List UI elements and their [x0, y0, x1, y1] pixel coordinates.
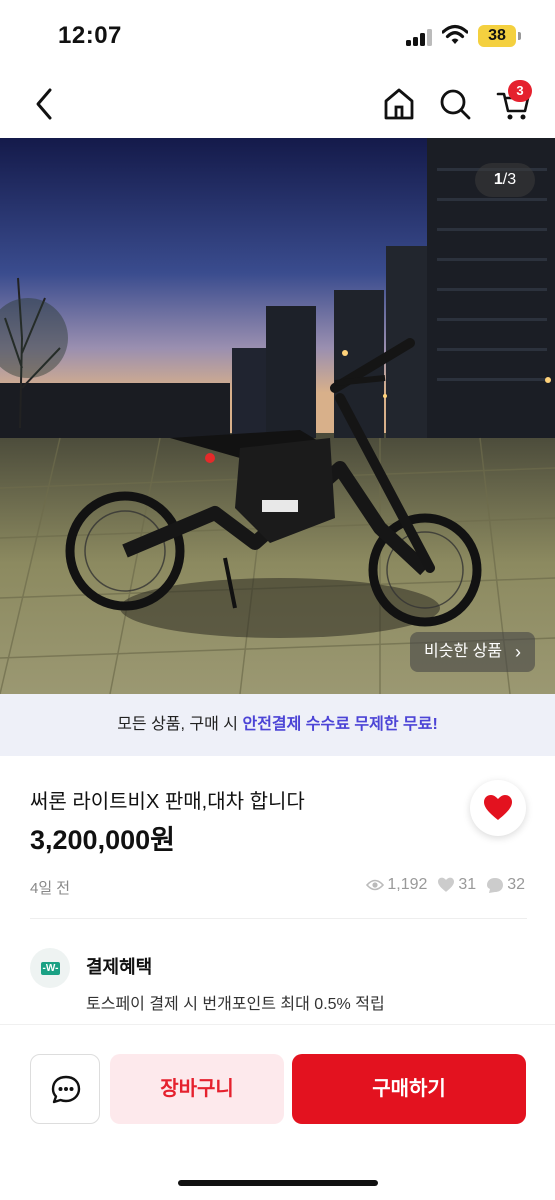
eye-icon: [366, 879, 385, 891]
benefit-description: 토스페이 결제 시 번개포인트 최대 0.5% 적립: [86, 996, 385, 1013]
posted-time: 4일 전: [30, 880, 71, 897]
benefit-icon-mark: -W-: [41, 962, 60, 975]
add-to-cart-button[interactable]: 장바구니: [110, 1054, 284, 1124]
chat-button[interactable]: [30, 1054, 100, 1124]
similar-products-label: 비슷한 상품: [424, 643, 503, 660]
page-total: /3: [502, 171, 517, 188]
image-page-indicator: 1/3: [475, 163, 535, 197]
battery-nub: [518, 32, 521, 40]
like-button[interactable]: [470, 780, 526, 836]
home-icon[interactable]: [380, 84, 418, 124]
chat-bubble-icon: [487, 877, 504, 893]
buy-button[interactable]: 구매하기: [292, 1054, 526, 1124]
similar-products-button[interactable]: 비슷한 상품 ›: [410, 632, 535, 672]
view-count: 1,192: [387, 876, 428, 893]
cart-count-badge: 3: [508, 80, 532, 102]
status-bar: 12:07 38: [0, 0, 555, 70]
top-nav: [0, 72, 555, 138]
page-current: 1: [493, 171, 503, 188]
promo-prefix: 모든 상품, 구매 시: [117, 716, 243, 733]
benefit-title: 결제혜택: [86, 957, 153, 977]
product-image[interactable]: [0, 138, 555, 694]
like-count: 31: [458, 876, 477, 893]
product-stats: 1,192 31 32: [362, 876, 525, 894]
promo-banner[interactable]: 모든 상품, 구매 시 안전결제 수수료 무제한 무료!: [0, 694, 555, 756]
wifi-icon: [441, 24, 469, 46]
status-time: 12:07: [58, 22, 122, 49]
divider: [30, 918, 527, 919]
back-icon[interactable]: [26, 84, 66, 124]
product-price: 3,200,000원: [30, 825, 175, 855]
heart-outline-icon: [438, 877, 455, 892]
promo-highlight: 안전결제 수수료 무제한 무료!: [242, 716, 438, 733]
payment-benefit-icon: -W-: [30, 948, 70, 988]
home-indicator: [178, 1180, 378, 1186]
signal-icon: [406, 28, 432, 46]
search-icon[interactable]: [436, 84, 474, 124]
product-title: 써론 라이트비X 판매,대차 합니다: [30, 791, 305, 813]
chat-icon: [51, 1075, 81, 1104]
heart-icon: [484, 795, 512, 820]
battery-indicator: 38: [478, 25, 516, 47]
chevron-right-icon: ›: [515, 642, 521, 662]
chat-count: 32: [507, 876, 525, 893]
